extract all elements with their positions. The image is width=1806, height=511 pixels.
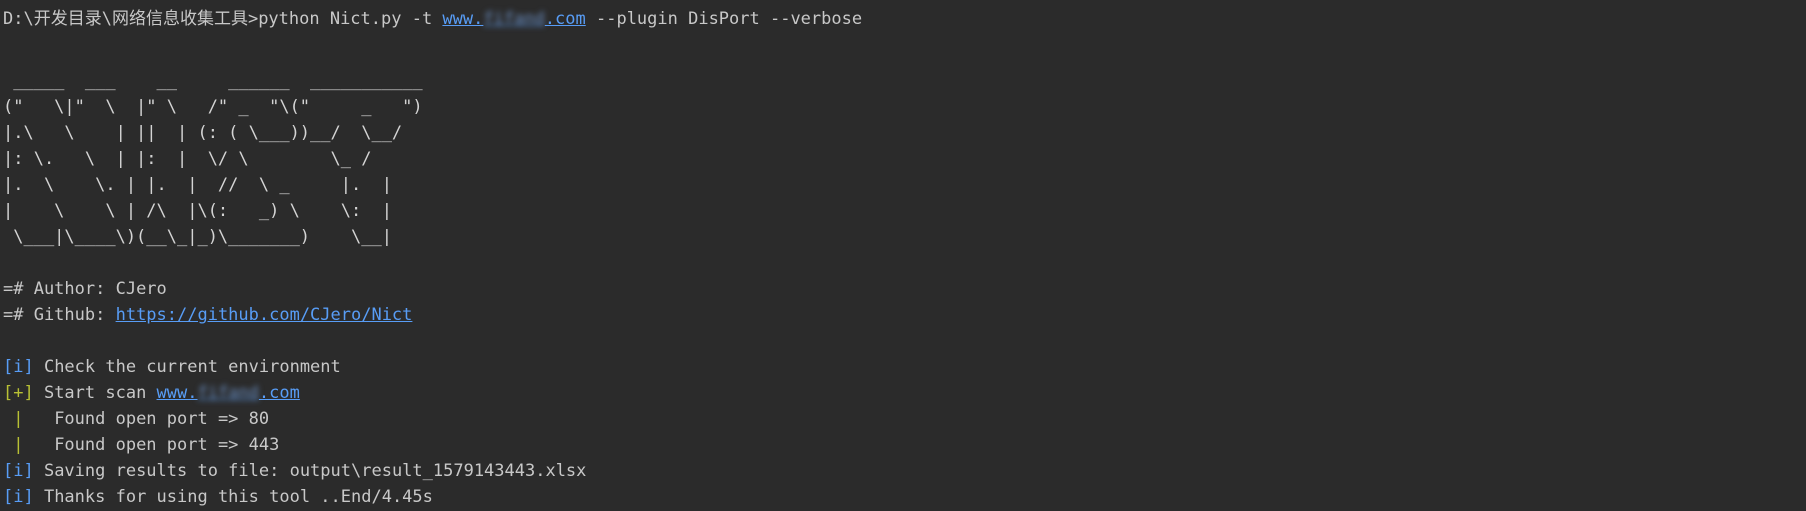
github-line: =# Github: https://github.com/CJero/Nict — [3, 302, 1806, 328]
author-label: =# Author: — [3, 279, 116, 299]
tree-pipe: | — [3, 409, 34, 429]
banner-line: | \ \ | /\ |\(: _) \ \: | — [3, 201, 392, 221]
author-line: =# Author: CJero — [3, 276, 1806, 302]
log-port-80: | Found open port => 80 — [3, 406, 1806, 432]
scan-url-prefix: www. — [156, 383, 198, 403]
author-name: CJero — [115, 279, 167, 299]
scan-url-link[interactable]: www.fifand.com — [157, 383, 300, 403]
log-message: Saving results to file: output\result_15… — [33, 461, 587, 481]
command-prompt: D:\开发目录\网络信息收集工具> — [3, 9, 259, 29]
target-url-prefix: www. — [442, 9, 484, 29]
log-port-443: | Found open port => 443 — [3, 432, 1806, 458]
ascii-banner: _____ ___ __ ______ ___________ (" \|" \… — [3, 68, 1806, 250]
log-start-scan: [+] Start scan www.fifand.com — [3, 380, 1806, 406]
log-saving: [i] Saving results to file: output\resul… — [3, 458, 1806, 484]
github-link[interactable]: https://github.com/CJero/Nict — [116, 305, 413, 325]
scan-url-redacted: fifand — [197, 383, 259, 403]
tree-pipe: | — [3, 435, 34, 455]
command-line: D:\开发目录\网络信息收集工具>python Nict.py -t www.f… — [3, 6, 1806, 32]
log-message: Thanks for using this tool ..End/4.45s — [33, 487, 433, 507]
banner-line: \___|\____\)(__\_|_)\_______) \__| — [3, 227, 392, 247]
scan-url-suffix: .com — [258, 383, 300, 403]
banner-line: |. \ \. | |. | // \ _ |. | — [3, 175, 392, 195]
log-message: Start scan — [33, 383, 157, 403]
target-url-link[interactable]: www.fifand.com — [442, 9, 585, 29]
plus-tag: [+] — [3, 383, 34, 403]
banner-line: _____ ___ __ ______ ___________ — [3, 71, 423, 91]
info-tag: [i] — [3, 461, 34, 481]
terminal-window: D:\开发目录\网络信息收集工具>python Nict.py -t www.f… — [0, 0, 1806, 511]
banner-line: |.\ \ | || | (: ( \___))__/ \__/ — [3, 123, 403, 143]
log-check-env: [i] Check the current environment — [3, 354, 1806, 380]
info-tag: [i] — [3, 357, 34, 377]
banner-line: (" \|" \ |" \ /" _ "\(" _ ") — [3, 97, 423, 117]
info-tag: [i] — [3, 487, 34, 507]
command-options: --plugin DisPort --verbose — [585, 9, 863, 29]
log-message: Check the current environment — [33, 357, 341, 377]
target-url-suffix: .com — [544, 9, 586, 29]
command-text: python Nict.py -t — [258, 9, 443, 29]
log-thanks: [i] Thanks for using this tool ..End/4.4… — [3, 484, 1806, 510]
log-message: Found open port => 80 — [33, 409, 270, 429]
banner-line: |: \. \ | |: | \/ \ \_ / — [3, 149, 372, 169]
log-message: Found open port => 443 — [33, 435, 280, 455]
github-label: =# Github: — [3, 305, 116, 325]
target-url-redacted: fifand — [483, 9, 545, 29]
